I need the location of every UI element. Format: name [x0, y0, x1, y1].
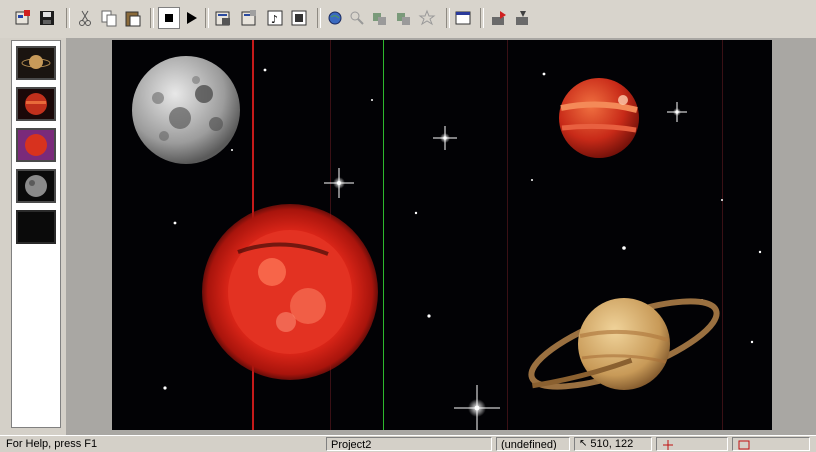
play-icon[interactable] [180, 7, 202, 29]
coordinates-value: 510, 122 [590, 438, 634, 450]
toolbar-separator [66, 8, 70, 28]
moon[interactable] [132, 56, 240, 164]
paste-icon[interactable] [122, 7, 144, 29]
thumbnail-panel [0, 38, 66, 435]
toolbar-separator [480, 8, 484, 28]
status-position-pane [656, 437, 728, 451]
thumbnail-list [11, 40, 61, 428]
effects-icon[interactable] [416, 7, 438, 29]
object-icon[interactable] [368, 7, 390, 29]
jupiter[interactable] [559, 78, 639, 158]
status-state: (undefined) [496, 437, 570, 451]
cursor-icon: ↖ [579, 438, 588, 449]
page-settings-icon[interactable] [238, 7, 260, 29]
toolbar: ♪ [0, 0, 816, 39]
thumb-sun[interactable] [16, 128, 56, 162]
zoom-icon[interactable] [346, 7, 368, 29]
thumb-space[interactable] [16, 210, 56, 244]
toolbar-separator [150, 8, 154, 28]
publish-icon[interactable] [512, 7, 534, 29]
page-properties-icon[interactable] [212, 7, 234, 29]
cut-icon[interactable] [74, 7, 96, 29]
sound-icon[interactable] [288, 7, 310, 29]
object2-icon[interactable] [392, 7, 414, 29]
properties-icon[interactable] [12, 7, 34, 29]
toolbar-separator [317, 8, 321, 28]
status-size-pane [732, 437, 810, 451]
toolbar-separator [205, 8, 209, 28]
status-coordinates: ↖ 510, 122 [574, 437, 652, 451]
window-icon[interactable] [452, 7, 474, 29]
sun[interactable] [202, 204, 378, 380]
toolbar-separator [446, 8, 450, 28]
position-icon [663, 440, 673, 450]
thumb-jupiter[interactable] [16, 87, 56, 121]
status-project-name: Project2 [326, 437, 492, 451]
globe-icon[interactable] [324, 7, 346, 29]
thumb-saturn[interactable] [16, 46, 56, 80]
svg-text:♪: ♪ [271, 13, 278, 26]
status-bar: For Help, press F1 Project2 (undefined) … [0, 435, 816, 452]
music-icon[interactable]: ♪ [264, 7, 286, 29]
app-window: ♪ For Help, press F1 Project2 (undefined… [0, 0, 816, 452]
space-artwork [132, 56, 762, 430]
thumb-moon[interactable] [16, 169, 56, 203]
copy-icon[interactable] [98, 7, 120, 29]
save-icon[interactable] [36, 7, 58, 29]
export-icon[interactable] [488, 7, 510, 29]
canvas-area [66, 38, 816, 435]
stop-icon[interactable] [158, 7, 180, 29]
space-scene[interactable] [112, 40, 772, 430]
saturn[interactable] [522, 284, 725, 404]
size-icon [738, 440, 750, 450]
status-help-text: For Help, press F1 [6, 438, 98, 450]
